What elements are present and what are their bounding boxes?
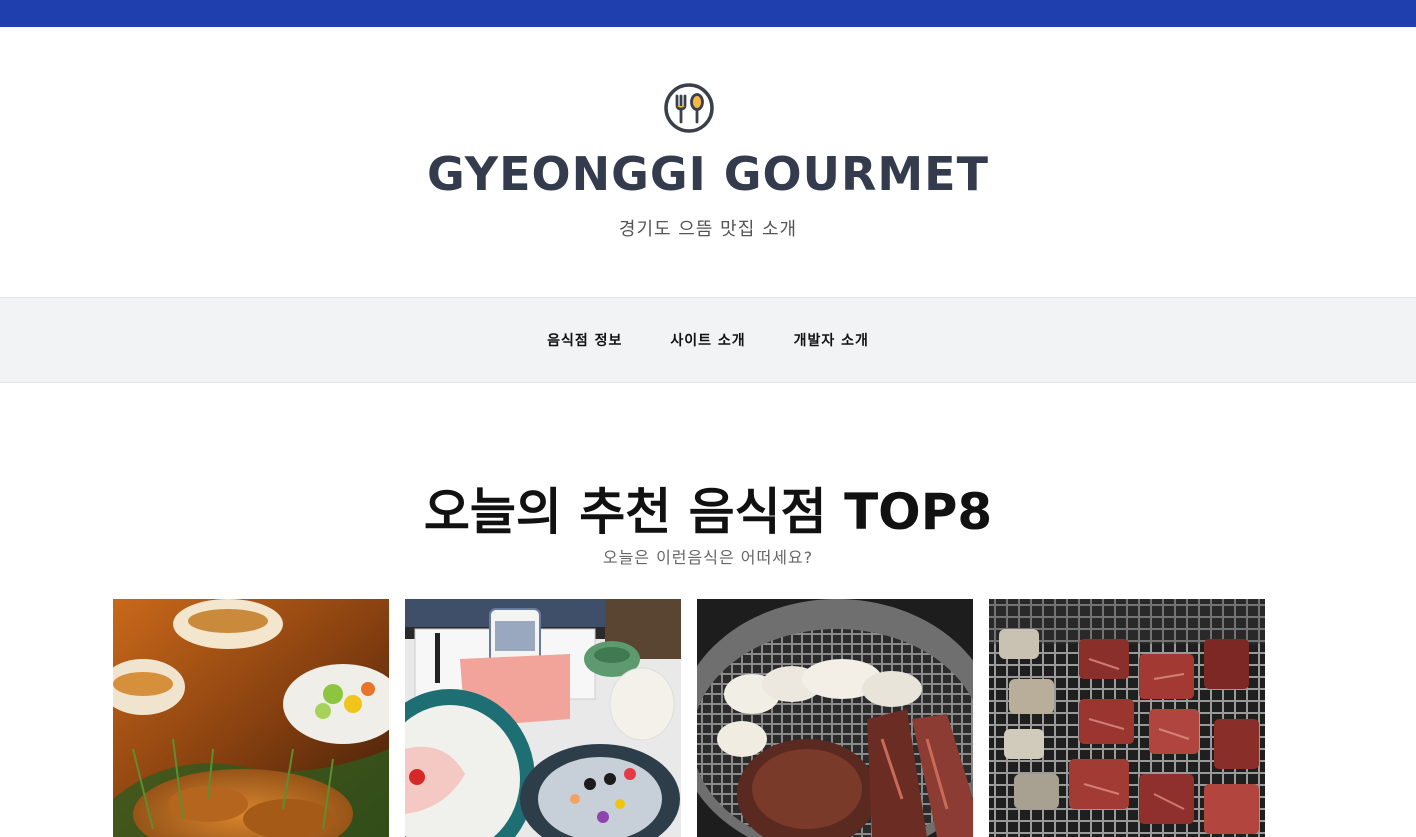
restaurant-gallery — [113, 599, 1265, 837]
nav-list: 음식점 정보 사이트 소개 개발자 소개 — [0, 298, 1416, 382]
site-logo-icon[interactable] — [663, 82, 715, 134]
site-title[interactable]: GYEONGGI GOURMET — [0, 147, 1416, 201]
grilled-beef-photo — [697, 599, 973, 837]
roast-chicken-photo — [113, 599, 389, 837]
restaurant-card-3[interactable] — [697, 599, 973, 837]
nav-item-site-about[interactable]: 사이트 소개 — [670, 330, 745, 350]
nav-item-developer-about[interactable]: 개발자 소개 — [794, 330, 869, 350]
sashimi-table-photo — [405, 599, 681, 837]
restaurant-card-4[interactable] — [989, 599, 1265, 837]
restaurant-card-1[interactable] — [113, 599, 389, 837]
main-navigation: 음식점 정보 사이트 소개 개발자 소개 — [0, 297, 1416, 383]
site-tagline: 경기도 으뜸 맛집 소개 — [618, 219, 798, 240]
restaurant-card-2[interactable] — [405, 599, 681, 837]
section-subtitle: 오늘은 이런음식은 어떠세요? — [602, 548, 814, 567]
beef-cubes-grill-photo — [989, 599, 1265, 837]
top-accent-bar — [0, 0, 1416, 27]
site-header: GYEONGGI GOURMET 경기도 으뜸 맛집 소개 — [0, 27, 1416, 297]
nav-item-restaurant-info[interactable]: 음식점 정보 — [547, 330, 622, 350]
section-title: 오늘의 추천 음식점 TOP8 — [423, 483, 993, 541]
